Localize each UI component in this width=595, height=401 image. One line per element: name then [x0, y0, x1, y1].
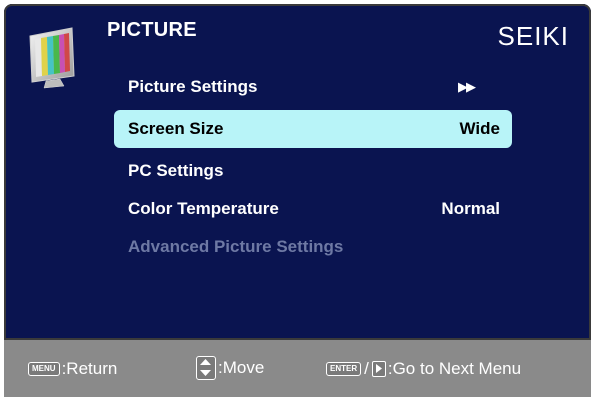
hint-separator: / — [364, 359, 369, 378]
menu-item-label: PC Settings — [128, 161, 224, 180]
hint-return-label: :Return — [61, 359, 118, 378]
double-arrow-right-icon: ▶▶ — [458, 79, 476, 94]
menu-item-label: Color Temperature — [128, 199, 279, 218]
up-down-key-icon — [196, 356, 216, 380]
hint-move: :Move — [196, 355, 264, 381]
menu-item-value: Wide — [459, 119, 500, 138]
osd-screen: PICTURE SEIKI Picture Settings ▶▶ Screen… — [4, 4, 591, 397]
osd-main-panel: PICTURE SEIKI Picture Settings ▶▶ Screen… — [4, 4, 591, 340]
hint-next-menu: ENTER / :Go to Next Menu — [326, 358, 521, 380]
menu-item-pc-settings[interactable]: PC Settings — [114, 152, 512, 190]
menu-item-picture-settings[interactable]: Picture Settings ▶▶ — [114, 68, 512, 106]
enter-key-icon: ENTER — [326, 362, 362, 376]
menu-item-color-temperature[interactable]: Color Temperature Normal — [114, 190, 512, 228]
right-arrow-key-icon — [371, 361, 386, 377]
picture-menu: Picture Settings ▶▶ Screen Size Wide PC … — [114, 68, 512, 266]
menu-key-icon: MENU — [28, 362, 60, 376]
menu-item-screen-size[interactable]: Screen Size Wide — [114, 110, 512, 148]
brand-logo: SEIKI — [497, 21, 569, 51]
menu-item-label: Screen Size — [128, 119, 224, 138]
monitor-test-pattern-icon — [29, 27, 75, 89]
hint-return: MENU :Return — [28, 358, 117, 380]
menu-item-label: Advanced Picture Settings — [128, 237, 344, 256]
hint-move-label: :Move — [218, 358, 265, 377]
osd-footer-hints: MENU :Return :Move ENTER / :Go to Next M… — [4, 340, 591, 397]
menu-item-value: Normal — [441, 199, 500, 218]
menu-item-advanced-picture-settings: Advanced Picture Settings — [114, 228, 512, 266]
hint-next-label: :Go to Next Menu — [387, 359, 522, 378]
menu-item-label: Picture Settings — [128, 77, 258, 96]
menu-title: PICTURE — [107, 19, 197, 41]
